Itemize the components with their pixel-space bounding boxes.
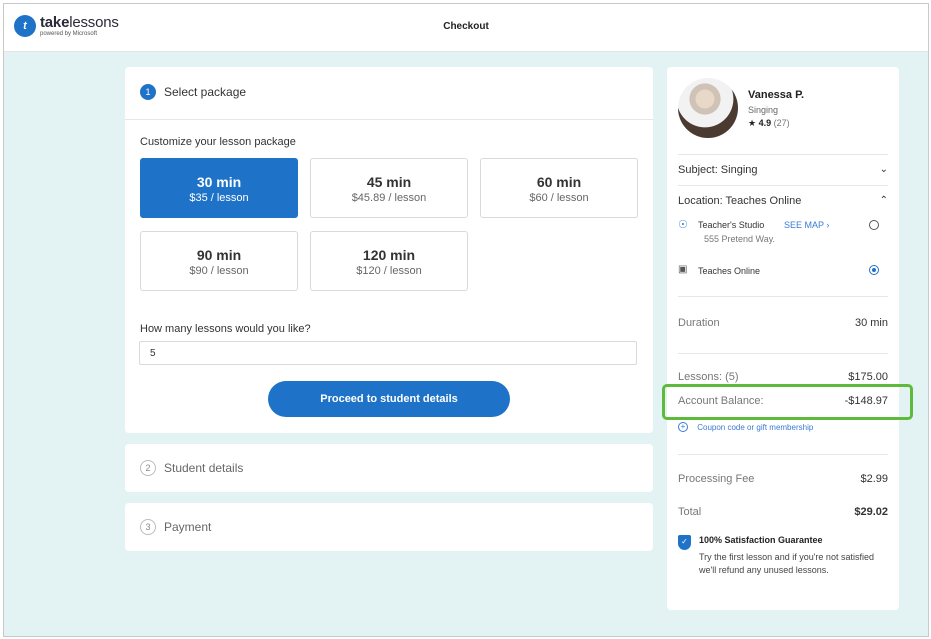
step-2-header[interactable]: 2 Student details xyxy=(140,460,243,476)
step-2-label: Student details xyxy=(164,461,244,475)
divider xyxy=(678,296,888,297)
package-option-90-min[interactable]: 90 min $90 / lesson xyxy=(140,231,298,291)
subject-dropdown[interactable]: Subject: Singing ⌄ xyxy=(678,164,888,176)
online-label: Teaches Online xyxy=(698,266,761,276)
page-title: Checkout xyxy=(443,21,489,32)
studio-radio[interactable] xyxy=(869,220,879,230)
lessons-row: Lessons: (5) $175.00 xyxy=(678,371,888,383)
customize-label: Customize your lesson package xyxy=(140,136,296,148)
step-1-header[interactable]: 1 Select package xyxy=(140,84,246,100)
online-radio[interactable] xyxy=(869,265,879,275)
guarantee-title: 100% Satisfaction Guarantee xyxy=(699,535,823,545)
shield-check-icon: ✓ xyxy=(678,535,691,550)
duration-row: Duration 30 min xyxy=(678,317,888,329)
lessons-question: How many lessons would you like? xyxy=(140,323,311,335)
map-pin-icon: ☉ xyxy=(678,219,688,231)
teacher-avatar xyxy=(678,78,738,138)
payment-card[interactable]: 3 Payment xyxy=(125,503,653,551)
package-option-120-min[interactable]: 120 min $120 / lesson xyxy=(310,231,468,291)
online-screen-icon: ▣ xyxy=(678,264,688,275)
package-option-60-min[interactable]: 60 min $60 / lesson xyxy=(480,158,638,218)
chevron-up-icon: ⌃ xyxy=(879,195,888,206)
teacher-subject: Singing xyxy=(748,105,779,115)
student-details-card[interactable]: 2 Student details xyxy=(125,444,653,492)
teacher-name[interactable]: Vanessa P. xyxy=(748,89,804,101)
chevron-down-icon: ⌄ xyxy=(879,164,888,175)
divider xyxy=(125,119,653,120)
package-option-45-min[interactable]: 45 min $45.89 / lesson xyxy=(310,158,468,218)
checkout-window: t takelessons powered by Microsoft Check… xyxy=(3,3,929,637)
location-option-studio[interactable]: ☉ Teacher's Studio SEE MAP › 555 Pretend… xyxy=(678,218,888,250)
lessons-count-input[interactable] xyxy=(139,341,637,365)
step-1-label: Select package xyxy=(164,85,247,99)
guarantee-text: Try the first lesson and if you're not s… xyxy=(699,552,874,575)
see-map-link[interactable]: SEE MAP › xyxy=(784,220,829,230)
total-row: Total $29.02 xyxy=(678,506,888,518)
step-2-number: 2 xyxy=(140,460,156,476)
star-icon: ★ xyxy=(748,118,757,128)
location-dropdown[interactable]: Location: Teaches Online ⌃ xyxy=(678,195,888,207)
divider xyxy=(678,185,888,186)
teacher-rating: ★ 4.9 (27) xyxy=(748,118,790,128)
package-option-30-min[interactable]: 30 min $35 / lesson xyxy=(140,158,298,218)
coupon-link[interactable]: + Coupon code or gift membership xyxy=(678,422,813,432)
divider xyxy=(678,154,888,155)
divider xyxy=(678,353,888,354)
proceed-button[interactable]: Proceed to student details xyxy=(268,381,510,417)
step-3-label: Payment xyxy=(164,520,212,534)
account-balance-highlight xyxy=(662,384,913,420)
divider xyxy=(678,454,888,455)
location-option-online[interactable]: ▣ Teaches Online xyxy=(678,264,888,280)
processing-fee-row: Processing Fee $2.99 xyxy=(678,473,888,485)
step-3-number: 3 xyxy=(140,519,156,535)
step-3-header[interactable]: 3 Payment xyxy=(140,519,211,535)
step-1-number: 1 xyxy=(140,84,156,100)
studio-label: Teacher's Studio xyxy=(698,220,765,230)
order-summary-panel: Vanessa P. Singing ★ 4.9 (27) Subject: S… xyxy=(667,67,899,610)
top-bar: t takelessons powered by Microsoft Check… xyxy=(4,4,928,52)
studio-address: 555 Pretend Way. xyxy=(704,234,776,244)
select-package-card: 1 Select package Customize your lesson p… xyxy=(125,67,653,433)
plus-circle-icon: + xyxy=(678,422,688,432)
